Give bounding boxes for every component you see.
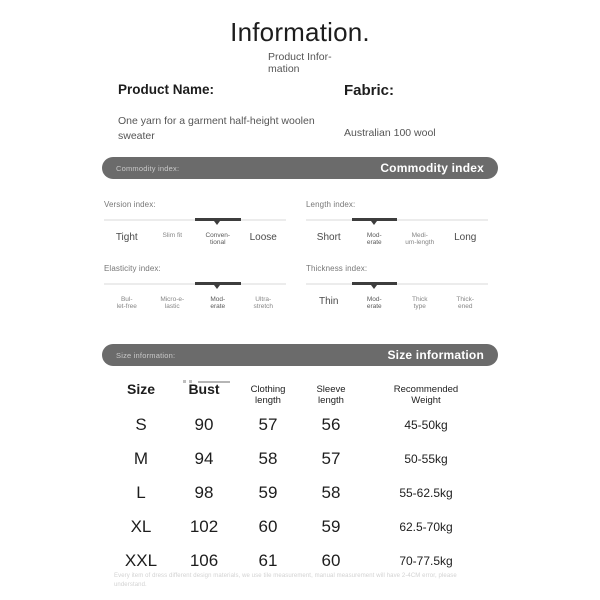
- cell-clothing-length: 60: [258, 517, 278, 536]
- commodity-bar-left-label: Commodity index:: [116, 163, 180, 173]
- table-row: S 90 57 56 45-50kg: [110, 408, 490, 442]
- commodity-index-bar: Commodity index: Commodity index: [102, 157, 498, 179]
- cell-size: XXL: [124, 551, 158, 570]
- elasticity-index-title: Elasticity index:: [104, 264, 161, 273]
- page-subtitle: Product Infor-mation: [268, 50, 332, 75]
- fabric-label: Fabric:: [344, 82, 395, 99]
- column-header-bust: Bust: [172, 378, 236, 397]
- elasticity-index-labels: Bul-let-free Micro-e-lastic Mod-erate Ul…: [104, 296, 286, 311]
- slider-marker-icon: [370, 285, 377, 289]
- cell-bust: 98: [194, 483, 214, 502]
- length-option-0[interactable]: Short: [306, 232, 352, 247]
- elasticity-option-0[interactable]: Bul-let-free: [104, 296, 150, 311]
- elasticity-index-slider[interactable]: [104, 280, 286, 292]
- slider-marker-icon: [214, 285, 221, 289]
- cell-size: XL: [130, 517, 152, 536]
- size-information-bar: Size information: Size information: [102, 344, 498, 366]
- version-index-title: Version index:: [104, 200, 156, 209]
- measure-tape-icon: [178, 378, 230, 385]
- cell-sleeve-length: 59: [321, 517, 341, 536]
- version-option-2[interactable]: Conven-tional: [195, 232, 241, 247]
- product-name-value: One yarn for a garment half-height woole…: [118, 115, 315, 143]
- cell-size: M: [133, 449, 149, 468]
- column-header-size: Size: [126, 381, 155, 397]
- length-index-title: Length index:: [306, 200, 356, 209]
- product-name-group: Product Name: One yarn for a garment hal…: [118, 82, 318, 145]
- page-header: Information. Product Infor-mation: [0, 18, 600, 75]
- fabric-group: Fabric: Australian 100 wool: [344, 82, 564, 141]
- version-option-0[interactable]: Tight: [104, 232, 150, 247]
- column-header-clothing-length: Clothing length: [250, 384, 286, 406]
- product-name-label: Product Name:: [118, 82, 215, 97]
- page-title: Information.: [230, 17, 370, 47]
- table-row: L 98 59 58 55-62.5kg: [110, 476, 490, 510]
- cell-size: S: [135, 415, 147, 434]
- thickness-option-0[interactable]: Thin: [306, 296, 352, 311]
- cell-clothing-length: 59: [258, 483, 278, 502]
- slider-marker-icon: [370, 221, 377, 225]
- slider-marker-icon: [214, 221, 221, 225]
- size-bar-left-label: Size information:: [116, 350, 176, 360]
- elasticity-option-2[interactable]: Mod-erate: [195, 296, 241, 311]
- cell-sleeve-length: 60: [321, 551, 341, 570]
- table-row: M 94 58 57 50-55kg: [110, 442, 490, 476]
- cell-bust: 90: [194, 415, 214, 434]
- fabric-value: Australian 100 wool: [344, 127, 436, 139]
- cell-recommended-weight: 55-62.5kg: [399, 486, 453, 500]
- version-index-block: Version index: Tight Slim fit Conven-tio…: [104, 200, 286, 247]
- cell-recommended-weight: 45-50kg: [404, 418, 448, 432]
- thickness-index-title: Thickness index:: [306, 264, 368, 273]
- version-option-3[interactable]: Loose: [241, 232, 287, 247]
- cell-clothing-length: 58: [258, 449, 278, 468]
- measurement-disclaimer: Every item of dress different design mat…: [114, 573, 457, 588]
- elasticity-index-block: Elasticity index: Bul-let-free Micro-e-l…: [104, 264, 286, 311]
- column-header-recommended-weight: Recommended Weight: [393, 384, 459, 406]
- table-row: XL 102 60 59 62.5-70kg: [110, 510, 490, 544]
- product-information-page: Information. Product Infor-mation Produc…: [0, 0, 600, 600]
- thickness-index-labels: Thin Mod-erate Thick type Thick-ened: [306, 296, 488, 311]
- cell-clothing-length: 61: [258, 551, 278, 570]
- slider-track: [306, 283, 488, 285]
- cell-bust: 106: [189, 551, 219, 570]
- thickness-option-3[interactable]: Thick-ened: [443, 296, 489, 311]
- cell-bust: 94: [194, 449, 214, 468]
- length-index-slider[interactable]: [306, 216, 488, 228]
- size-bar-title: Size information: [387, 348, 484, 362]
- cell-recommended-weight: 62.5-70kg: [399, 520, 453, 534]
- elasticity-option-3[interactable]: Ultra-stretch: [241, 296, 287, 311]
- cell-size: L: [136, 483, 146, 502]
- commodity-bar-title: Commodity index: [380, 161, 484, 175]
- cell-bust: 102: [189, 517, 219, 536]
- length-option-2[interactable]: Medi-um-length: [397, 232, 443, 247]
- version-index-labels: Tight Slim fit Conven-tional Loose: [104, 232, 286, 247]
- length-option-1[interactable]: Mod-erate: [352, 232, 398, 247]
- cell-recommended-weight: 50-55kg: [404, 452, 448, 466]
- cell-recommended-weight: 70-77.5kg: [399, 554, 453, 568]
- thickness-index-slider[interactable]: [306, 280, 488, 292]
- column-header-sleeve-length: Sleeve length: [316, 384, 346, 406]
- length-option-3[interactable]: Long: [443, 232, 489, 247]
- version-option-1[interactable]: Slim fit: [150, 232, 196, 247]
- elasticity-option-1[interactable]: Micro-e-lastic: [150, 296, 196, 311]
- cell-sleeve-length: 57: [321, 449, 341, 468]
- thickness-index-block: Thickness index: Thin Mod-erate Thick typ…: [306, 264, 488, 311]
- cell-sleeve-length: 58: [321, 483, 341, 502]
- thickness-option-1[interactable]: Mod-erate: [352, 296, 398, 311]
- cell-sleeve-length: 56: [321, 415, 341, 434]
- table-header-row: Size Bust Clothing length Sleeve length Re…: [110, 378, 490, 408]
- thickness-option-2[interactable]: Thick type: [397, 296, 443, 311]
- length-index-labels: Short Mod-erate Medi-um-length Long: [306, 232, 488, 247]
- slider-track: [306, 219, 488, 221]
- size-table: Size Bust Clothing length Sleeve length Re…: [110, 378, 490, 578]
- version-index-slider[interactable]: [104, 216, 286, 228]
- length-index-block: Length index: Short Mod-erate Medi-um-le…: [306, 200, 488, 247]
- cell-clothing-length: 57: [258, 415, 278, 434]
